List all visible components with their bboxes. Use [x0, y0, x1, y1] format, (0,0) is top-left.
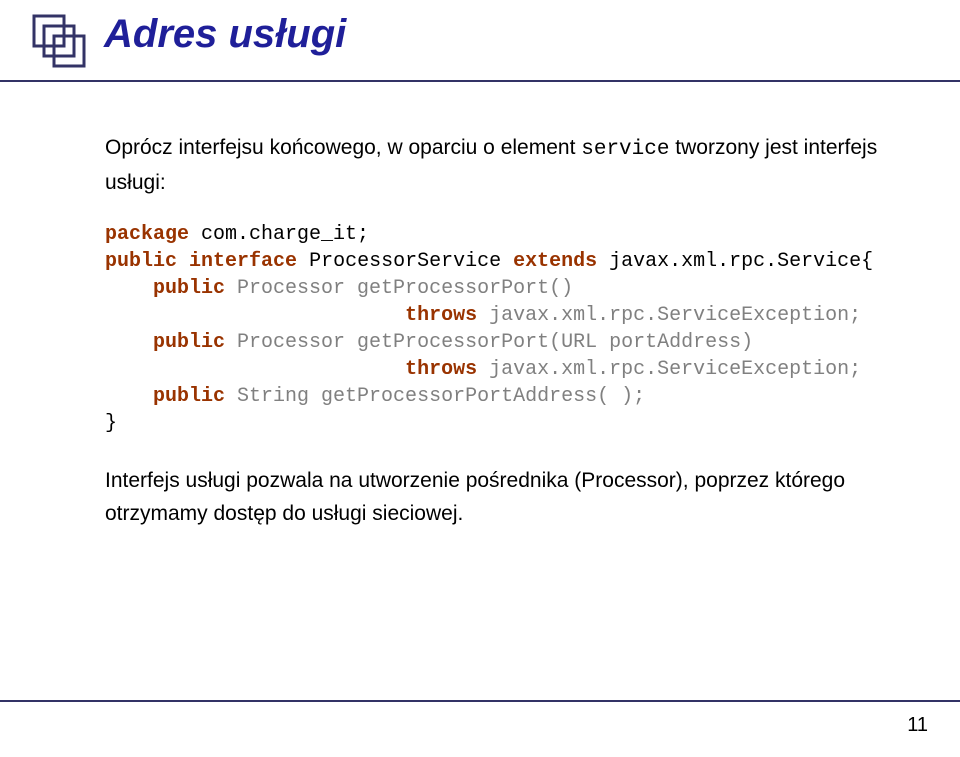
kw-public-2: public	[153, 277, 225, 300]
code-l1b: com.charge_it;	[189, 223, 369, 246]
slide-header: Adres usługi	[0, 0, 960, 70]
indent-5	[105, 331, 153, 354]
indent-7	[105, 385, 153, 408]
outro-paragraph: Interfejs usługi pozwala na utworzenie p…	[105, 465, 920, 530]
intro-mono: service	[581, 138, 669, 161]
kw-throws-2: throws	[405, 358, 477, 381]
kw-throws-1: throws	[405, 304, 477, 327]
indent-4	[105, 304, 405, 327]
kw-public-3: public	[153, 331, 225, 354]
slide-content: Oprócz interfejsu końcowego, w oparciu o…	[0, 82, 960, 530]
kw-package: package	[105, 223, 189, 246]
code-l7c: String getProcessorPortAddress( );	[225, 385, 645, 408]
code-l3c: Processor getProcessorPort()	[225, 277, 573, 300]
code-block: package com.charge_it; public interface …	[105, 221, 920, 437]
slide: Adres usługi Oprócz interfejsu końcowego…	[0, 0, 960, 757]
footer-divider	[0, 700, 960, 702]
kw-public-1: public	[105, 250, 177, 273]
page-title: Adres usługi	[104, 12, 346, 57]
code-l2f: javax.xml.rpc.Service{	[597, 250, 873, 273]
kw-interface: interface	[189, 250, 297, 273]
code-l2b	[177, 250, 189, 273]
code-l8: }	[105, 412, 117, 435]
indent-3	[105, 277, 153, 300]
intro-paragraph: Oprócz interfejsu końcowego, w oparciu o…	[105, 132, 920, 199]
kw-extends: extends	[513, 250, 597, 273]
code-l5c: Processor getProcessorPort(URL portAddre…	[225, 331, 753, 354]
indent-6	[105, 358, 405, 381]
stacked-squares-icon	[28, 10, 88, 70]
code-l6c: javax.xml.rpc.ServiceException;	[477, 358, 861, 381]
kw-public-4: public	[153, 385, 225, 408]
code-l4c: javax.xml.rpc.ServiceException;	[477, 304, 861, 327]
page-number: 11	[907, 714, 928, 737]
code-l2d: ProcessorService	[297, 250, 513, 273]
intro-text-a: Oprócz interfejsu końcowego, w oparciu o…	[105, 136, 581, 159]
